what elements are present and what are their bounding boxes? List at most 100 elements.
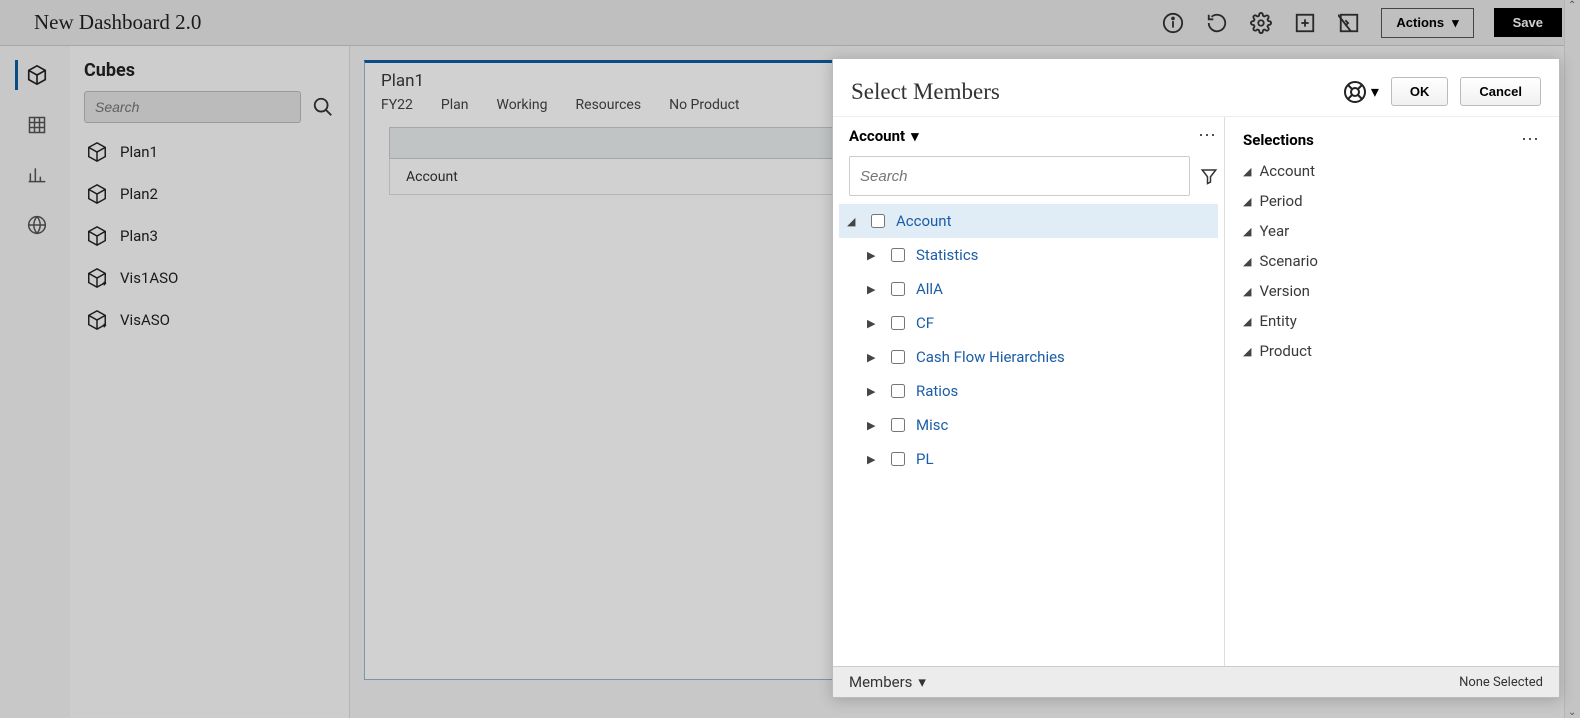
overflow-icon[interactable]: ⋯	[1198, 125, 1218, 146]
add-panel-icon[interactable]	[1293, 11, 1317, 35]
settings-wheel-button[interactable]: ▾	[1343, 80, 1379, 104]
selection-label: Period	[1259, 192, 1302, 210]
vertical-scrollbar[interactable]	[1564, 0, 1580, 718]
cube-item[interactable]: Plan3	[84, 221, 335, 251]
select-members-modal: Select Members ▾ OK Cancel Account ▾ ⋯	[832, 58, 1560, 698]
selections-panel: Selections ⋯ ◢Account ◢ Period ◢Year ◢ Sce…	[1225, 117, 1559, 666]
collapse-icon: ◢	[1243, 255, 1251, 268]
footer-dropdown[interactable]: Members ▾	[849, 673, 926, 691]
overflow-icon[interactable]: ⋯	[1521, 129, 1541, 150]
save-button[interactable]: Save	[1494, 8, 1562, 37]
footer-status: None Selected	[1459, 675, 1543, 690]
pov-item[interactable]: Plan	[441, 97, 469, 113]
selections-list: ◢Account ◢ Period ◢Year ◢ Scenario ◢Versio…	[1243, 162, 1541, 360]
member-checkbox[interactable]	[891, 384, 905, 398]
top-bar: New Dashboard 2.0 Actions ▾ Save	[0, 0, 1580, 46]
info-icon[interactable]	[1161, 11, 1185, 35]
pov-item[interactable]: Resources	[576, 97, 642, 113]
cube-add-icon	[86, 309, 108, 331]
selection-item[interactable]: ◢Account	[1243, 162, 1541, 180]
member-checkbox[interactable]	[891, 350, 905, 364]
search-icon[interactable]	[311, 95, 335, 119]
member-label: PL	[916, 450, 934, 468]
tree-row[interactable]: ▶ PL	[839, 442, 1218, 476]
dimension-dropdown[interactable]: Account ▾	[849, 127, 919, 145]
expand-icon[interactable]: ▶	[867, 351, 879, 364]
cube-add-icon	[86, 267, 108, 289]
member-label: Misc	[916, 416, 948, 434]
tree-row[interactable]: ▶ Misc	[839, 408, 1218, 442]
cancel-button[interactable]: Cancel	[1460, 77, 1541, 106]
ok-button[interactable]: OK	[1391, 77, 1449, 106]
cube-item-label: Plan2	[120, 185, 158, 203]
selections-title: Selections	[1243, 131, 1314, 149]
rail-grid-icon[interactable]	[15, 110, 55, 140]
selection-item[interactable]: ◢Version	[1243, 282, 1541, 300]
footer-dropdown-label: Members	[849, 673, 912, 691]
pov-item[interactable]: FY22	[381, 97, 413, 113]
cube-icon	[86, 225, 108, 247]
selection-item[interactable]: ◢ Period	[1243, 192, 1541, 210]
cube-item[interactable]: Plan2	[84, 179, 335, 209]
actions-button[interactable]: Actions ▾	[1381, 8, 1473, 38]
expand-icon[interactable]: ▶	[867, 283, 879, 296]
member-search-row	[849, 156, 1218, 196]
dashboard-title: New Dashboard 2.0	[34, 10, 201, 35]
chevron-down-icon: ▾	[918, 673, 926, 691]
cube-item[interactable]: Plan1	[84, 137, 335, 167]
member-checkbox[interactable]	[891, 282, 905, 296]
selection-item[interactable]: ◢Entity	[1243, 312, 1541, 330]
selection-item[interactable]: ◢Product	[1243, 342, 1541, 360]
member-label: Ratios	[916, 382, 958, 400]
member-search-input[interactable]	[849, 156, 1190, 196]
cube-item-label: Vis1ASO	[120, 269, 178, 287]
expand-icon[interactable]: ▶	[867, 385, 879, 398]
member-checkbox[interactable]	[891, 452, 905, 466]
dimension-row: Account ▾ ⋯	[849, 117, 1218, 156]
selection-item[interactable]: ◢ Scenario	[1243, 252, 1541, 270]
expand-icon[interactable]: ▶	[867, 419, 879, 432]
collapse-icon: ◢	[1243, 225, 1251, 238]
member-checkbox[interactable]	[891, 418, 905, 432]
modal-header-actions: ▾ OK Cancel	[1343, 77, 1541, 106]
pov-item[interactable]: Working	[496, 97, 547, 113]
selection-item[interactable]: ◢Year	[1243, 222, 1541, 240]
cube-icon	[86, 141, 108, 163]
toggle-panel-icon[interactable]	[1337, 11, 1361, 35]
tree-row[interactable]: ▶ CF	[839, 306, 1218, 340]
collapse-icon: ◢	[1243, 195, 1251, 208]
cubes-panel-title: Cubes	[84, 60, 335, 81]
member-tree-panel: Account ▾ ⋯ ◢ Account ▶	[833, 117, 1225, 666]
refresh-icon[interactable]	[1205, 11, 1229, 35]
tree-row-root[interactable]: ◢ Account	[839, 204, 1218, 238]
member-checkbox[interactable]	[891, 248, 905, 262]
pov-item[interactable]: No Product	[669, 97, 739, 113]
selection-label: Scenario	[1259, 252, 1317, 270]
member-label: Account	[896, 212, 952, 230]
gear-icon[interactable]	[1249, 11, 1273, 35]
member-label: AllA	[916, 280, 943, 298]
modal-footer: Members ▾ None Selected	[833, 666, 1559, 697]
member-label: Cash Flow Hierarchies	[916, 348, 1065, 366]
cube-item[interactable]: Vis1ASO	[84, 263, 335, 293]
tree-row[interactable]: ▶ AllA	[839, 272, 1218, 306]
tree-row[interactable]: ▶ Statistics	[839, 238, 1218, 272]
expand-icon[interactable]: ▶	[867, 453, 879, 466]
member-tree: ◢ Account ▶ Statistics ▶ AllA ▶	[839, 204, 1218, 656]
filter-icon[interactable]	[1200, 167, 1218, 185]
rail-globe-icon[interactable]	[15, 210, 55, 240]
cubes-panel: Cubes Plan1 Plan2 Plan3 Vis1ASO	[70, 46, 350, 718]
tree-row[interactable]: ▶ Cash Flow Hierarchies	[839, 340, 1218, 374]
member-checkbox[interactable]	[891, 316, 905, 330]
cubes-search-input[interactable]	[84, 91, 301, 123]
rail-chart-icon[interactable]	[15, 160, 55, 190]
rail-cube-icon[interactable]	[15, 60, 55, 90]
cube-item[interactable]: VisASO	[84, 305, 335, 335]
expand-icon[interactable]: ▶	[867, 317, 879, 330]
member-checkbox[interactable]	[871, 214, 885, 228]
tree-row[interactable]: ▶ Ratios	[839, 374, 1218, 408]
expand-icon[interactable]: ▶	[867, 249, 879, 262]
chevron-down-icon: ▾	[911, 127, 919, 145]
collapse-icon[interactable]: ◢	[847, 215, 859, 228]
modal-title: Select Members	[851, 79, 1000, 105]
